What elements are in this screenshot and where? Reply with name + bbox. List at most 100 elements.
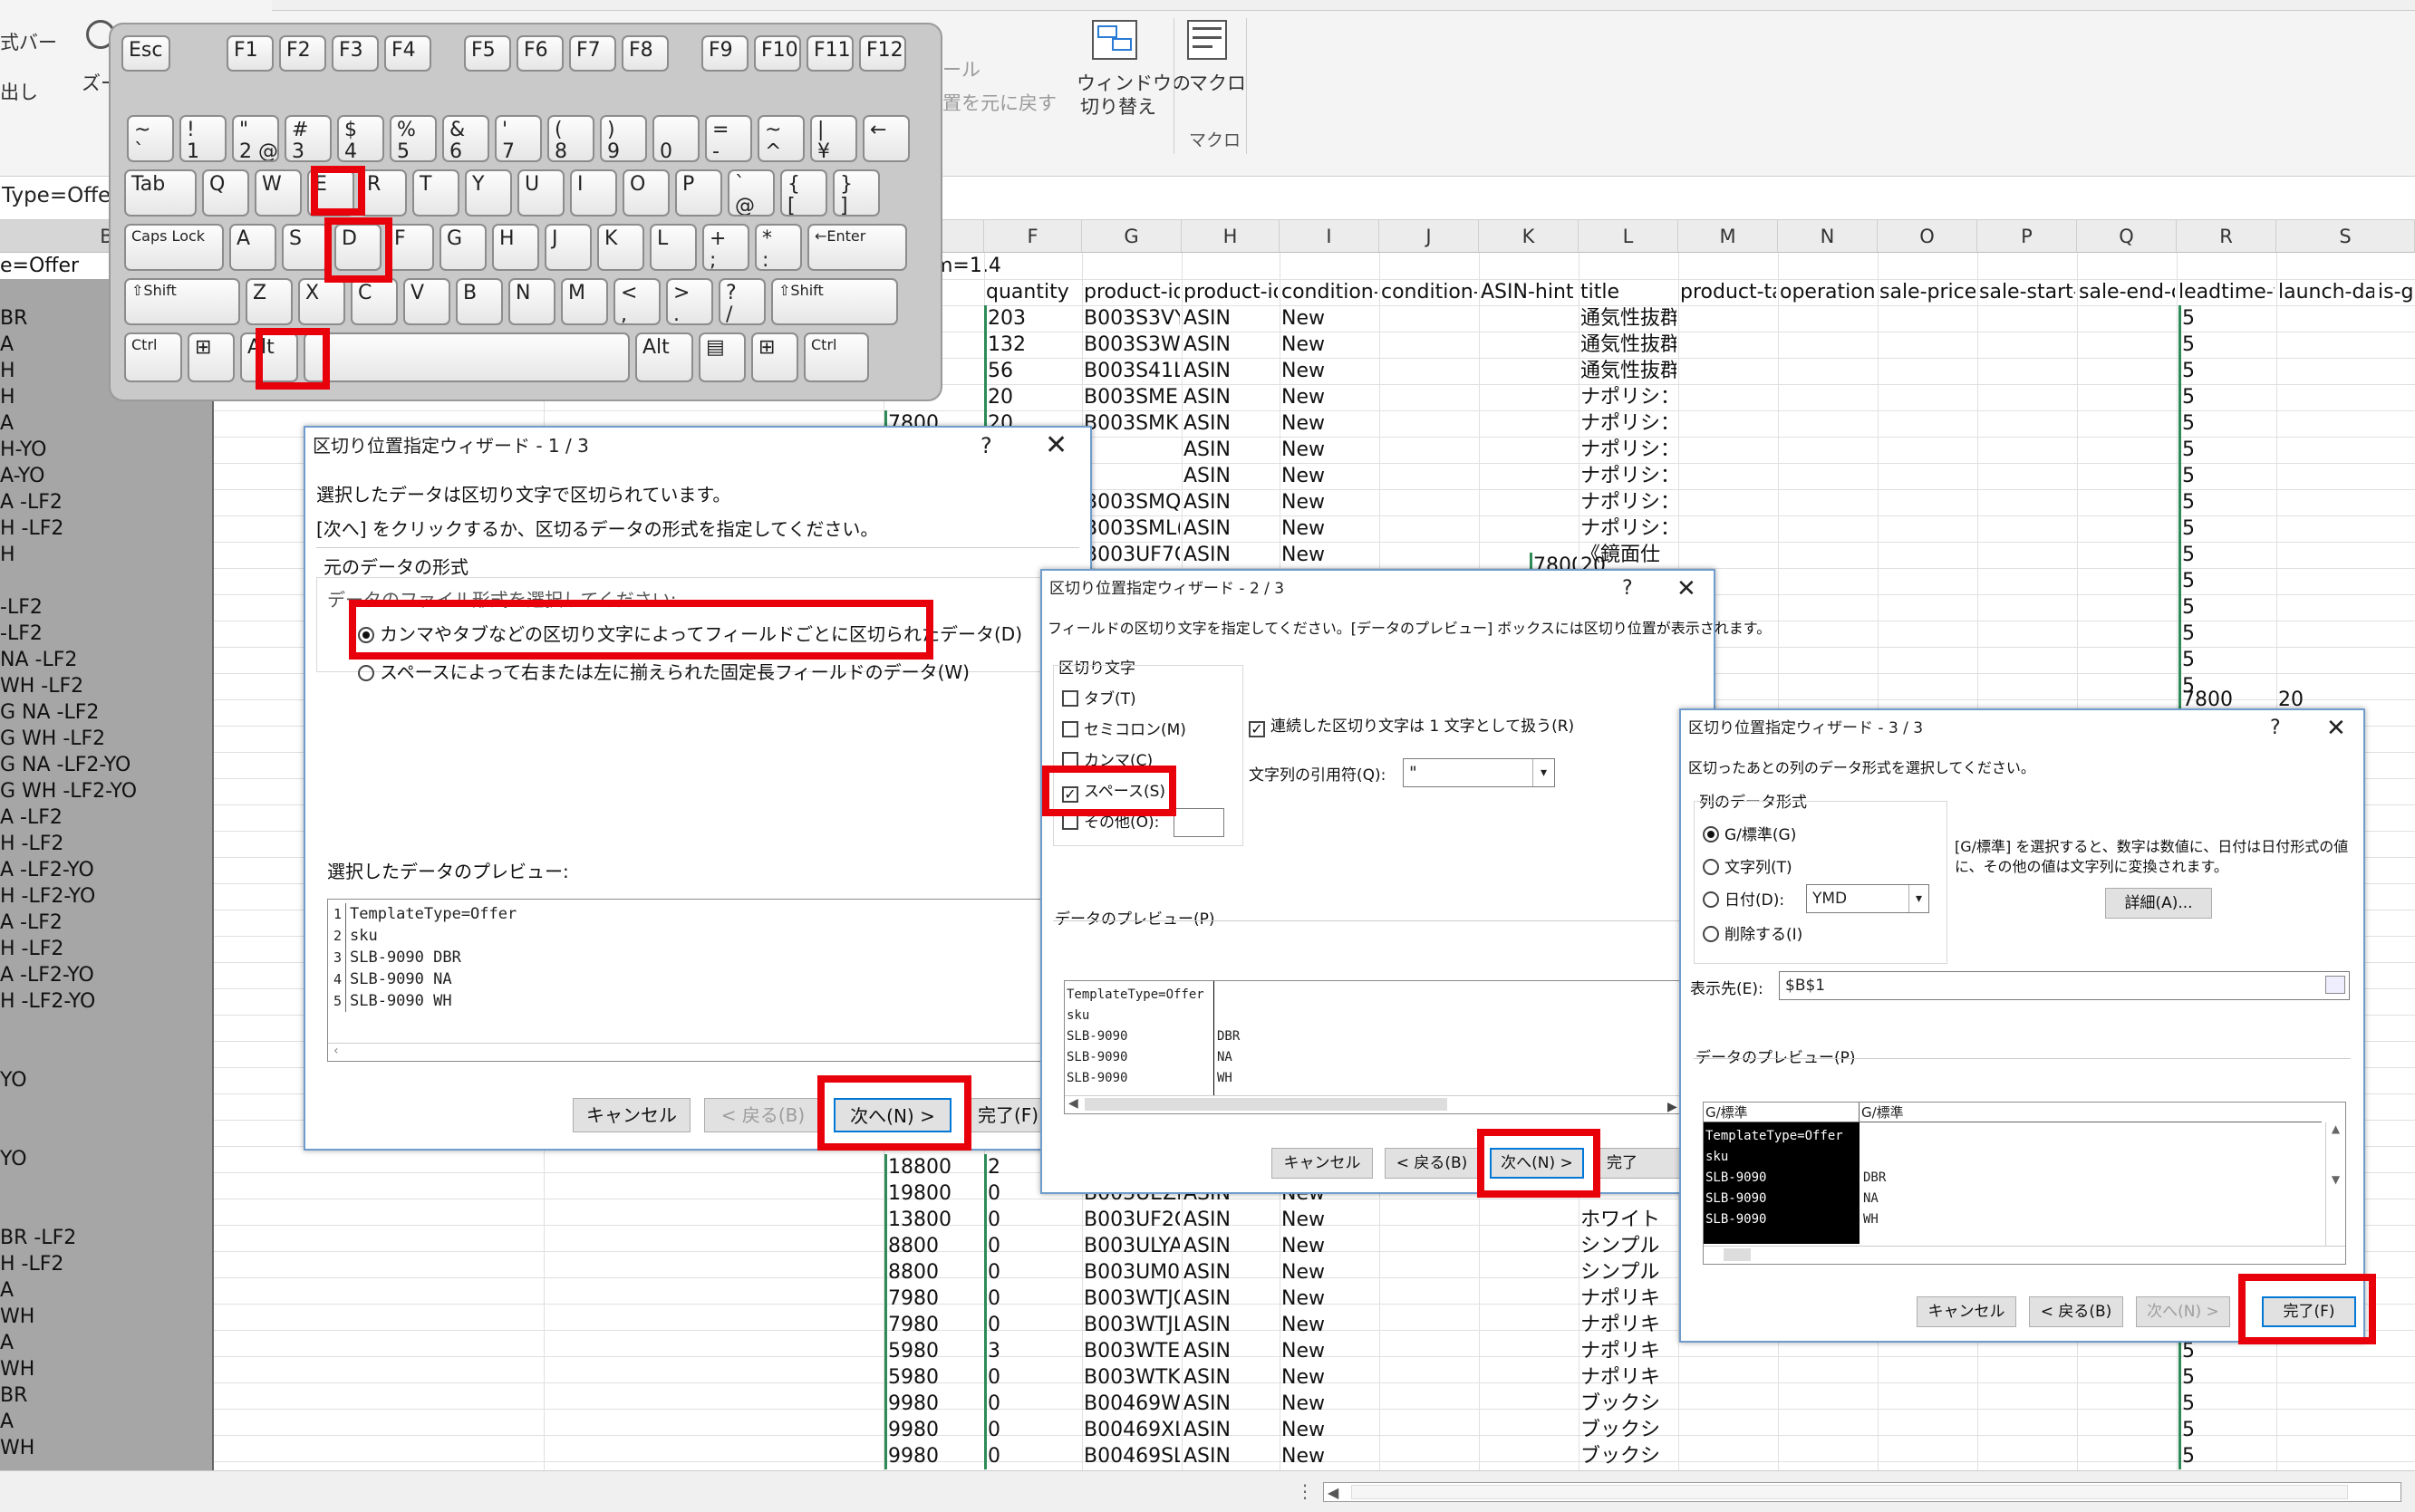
cell-product-id[interactable]: B00469SL: [1084, 1443, 1180, 1469]
cell-b-row[interactable]: H: [0, 542, 15, 568]
cell-b-row[interactable]: G NA -LF2: [0, 699, 99, 726]
radio-delimited-dot[interactable]: [358, 627, 374, 643]
cell-b-row[interactable]: H -LF2: [0, 831, 63, 857]
header-sale-price[interactable]: sale-price: [1879, 279, 1975, 305]
cell-title[interactable]: ナポリキ: [1580, 1286, 1676, 1312]
check-comma[interactable]: カンマ(C): [1062, 750, 1153, 772]
radio-general[interactable]: G/標準(G): [1703, 824, 1796, 846]
help-icon[interactable]: ?: [1622, 571, 1633, 607]
cell-condition[interactable]: New: [1281, 1338, 1377, 1364]
preview-vertical-scrollbar[interactable]: ▲ ▼: [2325, 1122, 2345, 1246]
cell-leadtime[interactable]: 5: [2178, 332, 2273, 358]
heading-toggle-label[interactable]: 出し: [0, 82, 38, 103]
close-icon[interactable]: ✕: [1676, 571, 1696, 607]
back-button[interactable]: < 戻る(B): [704, 1098, 822, 1132]
check-semicolon-box[interactable]: [1062, 721, 1078, 737]
cell-product-id-type[interactable]: ASIN: [1183, 1417, 1278, 1443]
cell-product-id[interactable]: B003S3WI: [1084, 332, 1180, 358]
cell-product-id[interactable]: B00469XL(: [1084, 1417, 1180, 1443]
radio-date[interactable]: 日付(D):: [1703, 890, 1784, 911]
header-product-id-type[interactable]: product-id-: [1183, 279, 1278, 305]
cell-b-row[interactable]: A -LF2: [0, 489, 63, 515]
column-header-o[interactable]: O: [1878, 220, 1977, 253]
cell-product-id[interactable]: B003SMQ: [1084, 489, 1180, 515]
check-tab-box[interactable]: [1062, 690, 1078, 707]
cell-title[interactable]: ナポリシ：: [1580, 515, 1676, 542]
cell-b-row[interactable]: A: [0, 1277, 14, 1304]
cell-price[interactable]: 8800: [884, 1233, 982, 1259]
next-button[interactable]: 次へ(N) >: [834, 1098, 952, 1132]
cell-condition[interactable]: New: [1281, 463, 1377, 489]
check-consecutive[interactable]: ✓ 連続した区切り文字は 1 文字として扱う(R): [1249, 716, 1574, 737]
cell-quantity[interactable]: 0: [984, 1259, 1080, 1286]
cell-product-id-type[interactable]: ASIN: [1183, 542, 1278, 568]
header-condition-note[interactable]: condition-n: [1381, 279, 1477, 305]
cell-title[interactable]: ナポリキ: [1580, 1364, 1676, 1391]
destination-input[interactable]: $B$1: [1779, 971, 2350, 1000]
cell-b-row[interactable]: -LF2: [0, 594, 43, 621]
cell-product-id-type[interactable]: ASIN: [1183, 1443, 1278, 1469]
cell-quantity[interactable]: 0: [984, 1391, 1080, 1417]
cell-condition[interactable]: New: [1281, 1417, 1377, 1443]
cell-product-id-type[interactable]: ASIN: [1183, 515, 1278, 542]
cell-leadtime[interactable]: 5: [2178, 1364, 2273, 1391]
reset-window-position-label[interactable]: 置を元に戻す: [942, 92, 1057, 114]
header-operation-type[interactable]: operation-t: [1780, 279, 1876, 305]
cell-title[interactable]: ナポリキ: [1580, 1312, 1676, 1338]
cell-product-id[interactable]: B003ULYA: [1084, 1233, 1180, 1259]
text-qualifier-select[interactable]: " ▾: [1403, 758, 1555, 787]
help-icon[interactable]: ?: [980, 428, 992, 464]
close-icon[interactable]: ✕: [1045, 428, 1067, 464]
cell-price[interactable]: 5980: [884, 1364, 982, 1391]
scroll-left-icon[interactable]: ◀: [1328, 1484, 1338, 1501]
cell-b-row[interactable]: G WH -LF2-YO: [0, 778, 137, 804]
macro-label[interactable]: マクロ: [1189, 72, 1246, 94]
cell-product-id-type[interactable]: ASIN: [1183, 1286, 1278, 1312]
next-button[interactable]: 次へ(N) >: [1490, 1148, 1584, 1179]
switch-windows-icon[interactable]: [1092, 20, 1137, 60]
column-header-f[interactable]: F: [984, 220, 1082, 253]
header-sale-start-date[interactable]: sale-start-d: [1979, 279, 2075, 305]
cell-product-id-type[interactable]: ASIN: [1183, 489, 1278, 515]
cell-title[interactable]: 通気性抜群: [1580, 305, 1676, 332]
cell-product-id-type[interactable]: ASIN: [1183, 358, 1278, 384]
column-header-s[interactable]: S: [2276, 220, 2415, 253]
cell-b-row[interactable]: G WH -LF2: [0, 726, 105, 752]
radio-text-dot[interactable]: [1703, 859, 1719, 875]
check-space[interactable]: ✓ スペース(S): [1062, 781, 1165, 803]
cell-condition[interactable]: New: [1281, 542, 1377, 568]
cell-b-row[interactable]: A: [0, 1330, 14, 1356]
header-asin-hint[interactable]: ASIN-hint: [1481, 279, 1577, 305]
cell-b-row[interactable]: A: [0, 410, 14, 437]
cell-b-row[interactable]: H-YO: [0, 437, 46, 463]
cancel-button[interactable]: キャンセル: [1917, 1296, 2016, 1327]
cell-product-id-type[interactable]: ASIN: [1183, 1259, 1278, 1286]
cell-product-id-type[interactable]: ASIN: [1183, 1338, 1278, 1364]
cell-leadtime[interactable]: 5: [2178, 305, 2273, 332]
switch-windows-label-2[interactable]: 切り替え: [1080, 96, 1156, 118]
cell-title[interactable]: 通気性抜群: [1580, 332, 1676, 358]
cell-product-id-type[interactable]: ASIN: [1183, 410, 1278, 437]
cell-quantity[interactable]: 132: [984, 332, 1080, 358]
cell-b-row[interactable]: YO: [0, 1146, 27, 1172]
cell-b-row[interactable]: WH: [0, 1304, 34, 1330]
cell-condition[interactable]: New: [1281, 1286, 1377, 1312]
cell-title[interactable]: ナポリシ：: [1580, 437, 1676, 463]
range-select-icon[interactable]: [2325, 976, 2345, 994]
check-space-box[interactable]: ✓: [1062, 786, 1078, 803]
column-header-h[interactable]: H: [1182, 220, 1280, 253]
cell-condition[interactable]: New: [1281, 437, 1377, 463]
data-preview-box[interactable]: G/標準 G/標準 TemplateType=Offer sku SLB-909…: [1703, 1102, 2346, 1265]
cell-product-id-type[interactable]: ASIN: [1183, 1364, 1278, 1391]
cell-leadtime[interactable]: 5: [2178, 358, 2273, 384]
cancel-button[interactable]: キャンセル: [1271, 1148, 1373, 1179]
chevron-down-icon[interactable]: ▾: [1908, 885, 1928, 912]
cell-product-id-type[interactable]: ASIN: [1183, 384, 1278, 410]
cell-price[interactable]: 19800: [884, 1180, 982, 1207]
cell-leadtime[interactable]: 5: [2178, 1417, 2273, 1443]
cell-product-id-type[interactable]: ASIN: [1183, 463, 1278, 489]
cell-condition[interactable]: New: [1281, 1259, 1377, 1286]
cell-b-row[interactable]: H -LF2-YO: [0, 988, 95, 1015]
cell-product-id[interactable]: B003UM04: [1084, 1259, 1180, 1286]
radio-fixed-dot[interactable]: [358, 665, 374, 681]
